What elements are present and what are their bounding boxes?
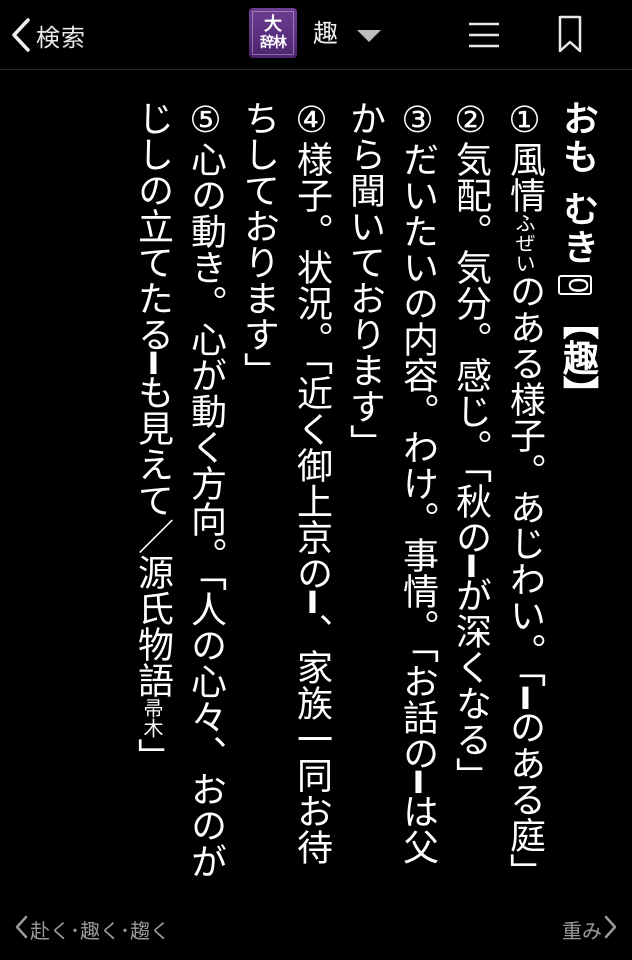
sense-5: ⑤心の動き。心が動く方向。「人の心々、おのがじしの立てたる━も見えて／源氏物語帚… bbox=[132, 100, 226, 879]
back-button[interactable]: 検索 bbox=[10, 14, 86, 56]
dictionary-app: 検索 大 辞林 趣 おも むき0【趣】 ①風情ふぜいのある様子。あじわい。「━の… bbox=[0, 0, 632, 960]
menu-button[interactable] bbox=[466, 19, 502, 51]
sense-3: ③だいたいの内容。わけ。事情。「お話の━は父から聞いております」 bbox=[344, 100, 438, 865]
sense-2: ②気配。気分。感じ。「秋の━が深くなる」 bbox=[450, 100, 491, 793]
accent-badge: 0 bbox=[558, 274, 592, 296]
bookmark-button[interactable] bbox=[556, 14, 584, 54]
headword-bar: ━ bbox=[132, 352, 173, 374]
entry-text: おも むき 0 【趣】 ①風情ふぜいのある様子。あじわい。「━のある庭」 ②気配。気… bbox=[125, 100, 604, 900]
next-entry-link[interactable]: 重み bbox=[562, 914, 618, 944]
dictionary-logo-bottom: 辞林 bbox=[260, 35, 287, 51]
dictionary-logo-top: 大 bbox=[264, 14, 282, 35]
chevron-right-icon bbox=[602, 914, 618, 944]
ruby-reading: ふぜい bbox=[512, 213, 536, 273]
entry-dropdown-button[interactable] bbox=[352, 24, 386, 48]
sense-4: ④様子。状況。「近く御上京の━、家族一同お待ちしております」 bbox=[238, 100, 332, 865]
entry-content: おも むき 0 【趣】 ①風情ふぜいのある様子。あじわい。「━のある庭」 ②気配。気… bbox=[70, 100, 604, 900]
headword-bar: ━ bbox=[397, 771, 438, 793]
dictionary-logo[interactable]: 大 辞林 bbox=[249, 8, 297, 58]
entry-kanji: 【趣】 bbox=[557, 303, 598, 412]
back-label: 検索 bbox=[36, 23, 86, 52]
sense-1: ①風情ふぜいのある様子。あじわい。「━のある庭」 bbox=[504, 100, 545, 889]
chevron-left-icon bbox=[14, 914, 30, 944]
headword-bar: ━ bbox=[504, 687, 545, 709]
previous-entry-label: 赴く･趣く･趨く bbox=[30, 918, 170, 943]
header-headword: 趣 bbox=[313, 19, 339, 48]
entry-reading: おも むき bbox=[557, 100, 598, 267]
chevron-left-icon bbox=[10, 17, 32, 53]
bookmark-icon bbox=[556, 15, 584, 58]
footer-nav: 赴く･趣く･趨く 重み bbox=[0, 906, 632, 956]
hamburger-icon bbox=[466, 22, 502, 55]
next-entry-label: 重み bbox=[562, 918, 602, 943]
headword-bar: ━ bbox=[291, 591, 332, 613]
headword-bar: ━ bbox=[450, 555, 491, 577]
source-chapter: 帚木 bbox=[140, 697, 164, 738]
caret-down-icon bbox=[352, 30, 386, 52]
entry-headword: おも むき 0 【趣】 bbox=[551, 100, 604, 900]
header-bar: 検索 大 辞林 趣 bbox=[0, 0, 632, 70]
previous-entry-link[interactable]: 赴く･趣く･趨く bbox=[14, 914, 170, 944]
